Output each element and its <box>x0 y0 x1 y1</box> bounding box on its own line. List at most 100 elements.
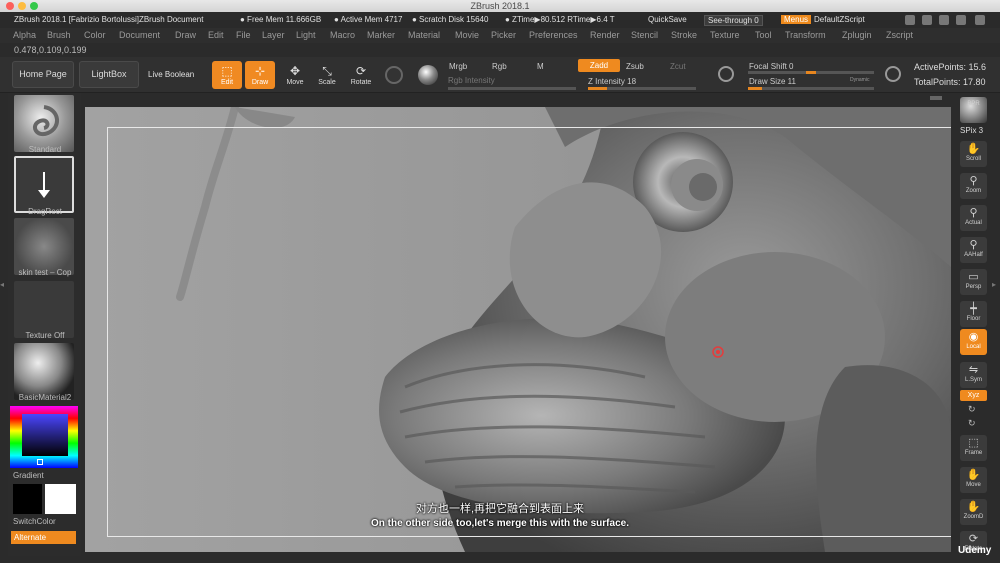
menu-file[interactable]: File <box>236 30 251 40</box>
zcut-button[interactable]: Zcut <box>670 62 686 71</box>
right-tray-arrow-icon[interactable]: ▸ <box>992 280 1000 294</box>
menu-light[interactable]: Light <box>296 30 316 40</box>
see-through-slider[interactable]: See-through 0 <box>704 15 763 26</box>
menu-zscript[interactable]: Zscript <box>886 30 913 40</box>
home-page-button[interactable]: Home Page <box>12 61 74 88</box>
lightbox-button[interactable]: LightBox <box>79 61 139 88</box>
zadd-button[interactable]: Zadd <box>578 59 620 72</box>
draw-button[interactable]: ⊹ Draw <box>245 61 275 89</box>
palette-icon[interactable] <box>939 15 949 25</box>
move-view-icon: ✋ <box>966 469 981 481</box>
z-intensity-slider[interactable]: Z Intensity 18 <box>588 77 636 86</box>
actual-button[interactable]: ⚲ Actual <box>960 205 987 231</box>
menu-movie[interactable]: Movie <box>455 30 479 40</box>
viewport-scroll-handle[interactable] <box>930 96 942 100</box>
dynamic-brush-icon[interactable] <box>885 66 901 82</box>
scroll-button[interactable]: ✋ Scroll <box>960 141 987 167</box>
frame-button[interactable]: ⬚ Frame <box>960 435 987 461</box>
dynamic-toggle[interactable]: Dynamic <box>850 77 869 83</box>
menu-stroke[interactable]: Stroke <box>671 30 697 40</box>
floor-grid-icon: ┿ <box>970 303 977 315</box>
rgb-intensity-slider[interactable]: Rgb Intensity <box>448 76 495 85</box>
zoom-window-button[interactable] <box>30 2 38 10</box>
rotate-y-icon[interactable]: ↻ <box>968 404 976 415</box>
close-window-button[interactable] <box>6 2 14 10</box>
m-button[interactable]: M <box>537 62 544 71</box>
brush-thumbnail[interactable] <box>14 95 74 152</box>
menu-stencil[interactable]: Stencil <box>631 30 658 40</box>
menu-edit[interactable]: Edit <box>208 30 224 40</box>
color-picker-marker[interactable] <box>37 459 43 465</box>
restore-icon[interactable] <box>975 15 985 25</box>
window-titlebar: ZBrush 2018.1 <box>0 0 1000 12</box>
lsym-button[interactable]: ⇋ L.Sym <box>960 362 987 388</box>
menu-marker[interactable]: Marker <box>367 30 395 40</box>
rotate-button[interactable]: ⟳ Rotate <box>346 61 376 89</box>
move-button[interactable]: ✥ Move <box>280 61 310 89</box>
mrgb-button[interactable]: Mrgb <box>449 62 467 71</box>
menus-toggle[interactable]: Menus <box>781 15 812 24</box>
layout-icon[interactable] <box>922 15 932 25</box>
settings-icon[interactable] <box>956 15 966 25</box>
persp-button[interactable]: ▭ Persp <box>960 269 987 295</box>
edit-button[interactable]: ⬚ Edit <box>212 61 242 89</box>
canvas-viewport[interactable] <box>85 107 951 552</box>
color-picker[interactable] <box>10 406 78 468</box>
subtitle-chinese: 对方也一样,再把它融合到表面上来 <box>415 503 585 515</box>
default-zscript-button[interactable]: DefaultZScript <box>814 15 865 24</box>
zsub-button[interactable]: Zsub <box>626 62 644 71</box>
menu-layer[interactable]: Layer <box>262 30 285 40</box>
aahalf-icon: ⚲ <box>969 239 978 251</box>
gradient-label[interactable]: Gradient <box>13 471 79 480</box>
left-tray-arrow-icon[interactable]: ◂ <box>0 280 8 294</box>
menu-material[interactable]: Material <box>408 30 440 40</box>
material-sphere-icon[interactable] <box>418 65 438 85</box>
floor-button[interactable]: ┿ Floor <box>960 301 987 327</box>
xyz-button[interactable]: Xyz <box>960 390 987 401</box>
rotate-z-icon[interactable]: ↻ <box>968 418 976 429</box>
menu-alpha[interactable]: Alpha <box>13 30 36 40</box>
menu-color[interactable]: Color <box>84 30 106 40</box>
menu-render[interactable]: Render <box>590 30 620 40</box>
menu-texture[interactable]: Texture <box>710 30 740 40</box>
move-view-button[interactable]: ✋ Move <box>960 467 987 493</box>
draw-size-slider[interactable]: Draw Size 11 <box>749 77 796 86</box>
menu-tool[interactable]: Tool <box>755 30 772 40</box>
alpha-thumbnail[interactable] <box>14 218 74 275</box>
quicksave-button[interactable]: QuickSave <box>648 15 687 24</box>
focal-shift-icon[interactable] <box>718 66 734 82</box>
menu-document[interactable]: Document <box>119 30 160 40</box>
focal-shift-slider[interactable]: Focal Shift 0 <box>749 62 793 71</box>
minimize-window-button[interactable] <box>18 2 26 10</box>
aahalf-button[interactable]: ⚲ AAHalf <box>960 237 987 263</box>
subtitle-english: On the other side too,let's merge this w… <box>371 518 629 529</box>
spix-slider[interactable]: SPix 3 <box>960 126 983 135</box>
material-thumbnail[interactable] <box>14 343 74 400</box>
scale-button[interactable]: ⤡ Scale <box>312 61 342 89</box>
help-icon[interactable] <box>905 15 915 25</box>
local-button[interactable]: ◉ Local <box>960 329 987 355</box>
rotate-view-icon: ⟳ <box>968 533 979 545</box>
stroke-label: DragRect <box>28 207 62 216</box>
texture-thumbnail[interactable] <box>14 281 74 338</box>
menu-draw[interactable]: Draw <box>175 30 196 40</box>
rgb-intensity-track <box>448 87 576 90</box>
color-picker-square[interactable] <box>22 414 68 456</box>
zoom-button[interactable]: ⚲ Zoom <box>960 173 987 199</box>
perspective-icon: ▭ <box>968 271 979 283</box>
alternate-button[interactable]: Alternate <box>11 531 76 544</box>
local-symmetry-icon: ◉ <box>968 331 979 343</box>
rgb-button[interactable]: Rgb <box>492 62 507 71</box>
color-swatch-icon[interactable] <box>385 66 403 84</box>
menu-macro[interactable]: Macro <box>330 30 355 40</box>
bpr-button[interactable]: BPR <box>960 97 987 123</box>
live-boolean-button[interactable]: Live Boolean <box>148 70 194 79</box>
material-label: BasicMaterial2 <box>18 393 72 402</box>
menu-brush[interactable]: Brush <box>47 30 71 40</box>
menu-zplugin[interactable]: Zplugin <box>842 30 872 40</box>
stroke-thumbnail[interactable] <box>14 156 74 213</box>
texture-label: Texture Off <box>25 331 65 340</box>
menu-preferences[interactable]: Preferences <box>529 30 578 40</box>
menu-transform[interactable]: Transform <box>785 30 826 40</box>
menu-picker[interactable]: Picker <box>491 30 516 40</box>
